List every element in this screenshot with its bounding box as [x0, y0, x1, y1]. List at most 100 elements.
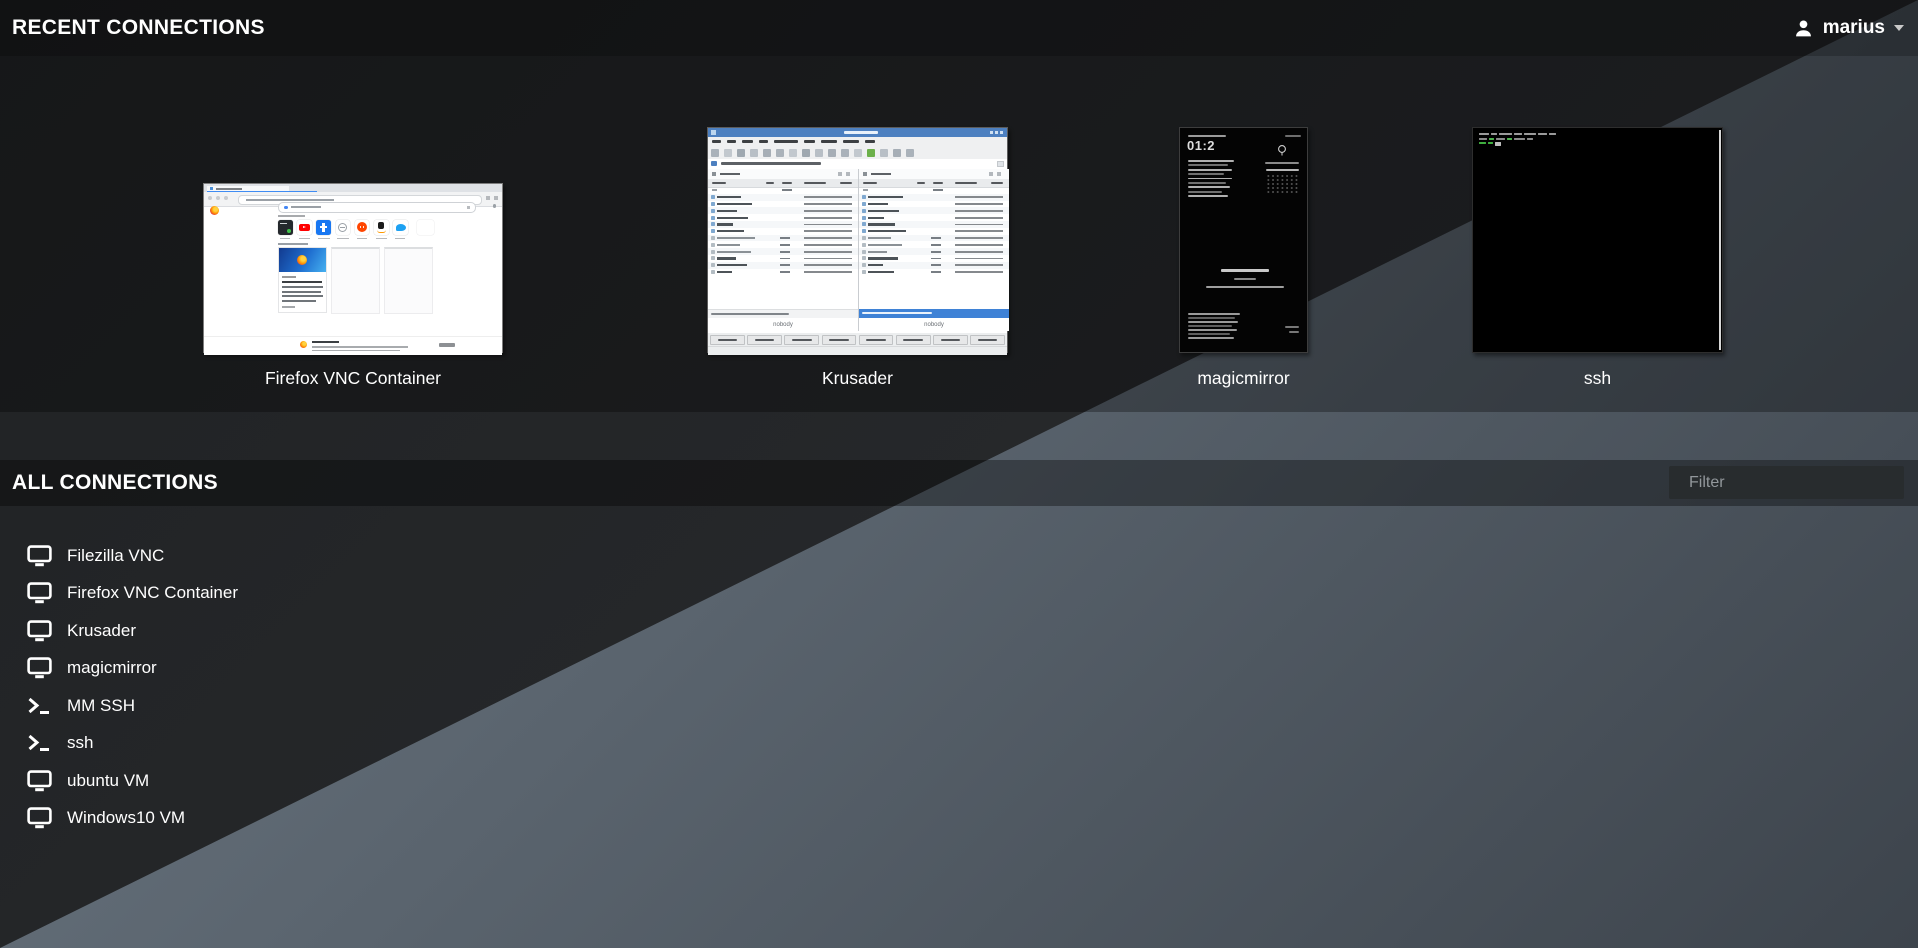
connection-item-ssh[interactable]: ssh [0, 725, 307, 763]
connection-label: Filezilla VNC [67, 546, 164, 566]
text-bar [1188, 333, 1230, 335]
krusader-status-bar [708, 346, 1007, 355]
guacamole-home: { "topbar": { "title": "RECENT CONNECTIO… [0, 0, 1918, 948]
text-bar [868, 257, 898, 259]
text-bar [931, 258, 941, 260]
recent-caption-krusader[interactable]: Krusader [707, 368, 1008, 390]
text-bar [717, 223, 733, 225]
text-bar [804, 251, 852, 253]
text-bar [931, 244, 941, 246]
shortcut-tile-facebook [316, 220, 331, 235]
pane-divider [858, 169, 859, 331]
text-bar [712, 189, 717, 191]
file-row [708, 241, 858, 248]
text-bar [862, 216, 866, 220]
text-bar [955, 230, 1003, 232]
pocket-card-ghost [384, 247, 433, 314]
shortcut-tile-reddit [355, 220, 370, 235]
text-bar [1188, 191, 1222, 193]
shortcut-tile-twitter [393, 220, 408, 235]
filter-input[interactable] [1687, 473, 1898, 493]
file-row [708, 255, 858, 262]
text-bar [804, 264, 852, 266]
browser-tab-bar [204, 184, 502, 192]
file-row [859, 228, 1009, 235]
text-bar [804, 258, 852, 260]
shortcut-tile-youtube [297, 220, 312, 235]
connection-item-firefox-vnc-container[interactable]: Firefox VNC Container [0, 575, 307, 613]
page-search-field [278, 202, 476, 213]
text-bar [862, 229, 866, 233]
recent-thumbnail-firefox-vnc-container[interactable] [203, 183, 503, 353]
text-bar [955, 217, 1003, 219]
file-row [859, 221, 1009, 228]
text-bar [804, 237, 852, 239]
text-bar [955, 264, 1003, 266]
text-bar [863, 182, 877, 184]
recent-caption-ssh[interactable]: ssh [1472, 368, 1723, 390]
text-bar [750, 149, 758, 157]
text-bar [711, 209, 715, 213]
text-bar [854, 149, 862, 157]
krusader-title-bar [708, 128, 1007, 137]
text-bar [955, 182, 977, 184]
recent-caption-firefox-vnc-container[interactable]: Firefox VNC Container [203, 368, 503, 390]
recent-thumbnail-krusader[interactable]: nobody nobody [707, 127, 1008, 353]
file-row [859, 187, 1009, 194]
text-bar [955, 258, 1003, 260]
text-bar [737, 149, 745, 157]
connection-item-krusader[interactable]: Krusader [0, 612, 307, 650]
text-bar [776, 149, 784, 157]
text-bar [906, 149, 914, 157]
text-bar [815, 149, 823, 157]
text-bar [804, 224, 852, 226]
connection-item-magicmirror[interactable]: magicmirror [0, 650, 307, 688]
text-bar [868, 237, 891, 239]
file-row [859, 255, 1009, 262]
text-bar [717, 217, 748, 219]
connection-item-filezilla-vnc[interactable]: Filezilla VNC [0, 537, 307, 575]
connection-item-ubuntu-vm[interactable]: ubuntu VM [0, 762, 307, 800]
text-bar [931, 271, 941, 273]
recent-thumbnail-ssh[interactable] [1472, 127, 1723, 353]
text-bar [862, 209, 866, 213]
text-bar [717, 203, 752, 205]
monitor-icon [27, 657, 52, 679]
recent-thumbnail-magicmirror[interactable]: 01:2 [1179, 127, 1308, 353]
text-bar [717, 210, 737, 212]
file-row [859, 201, 1009, 208]
text-bar [804, 244, 852, 246]
connection-item-windows10-vm[interactable]: Windows10 VM [0, 800, 307, 838]
monitor-icon [27, 545, 52, 567]
text-bar [991, 182, 1003, 184]
file-row [859, 262, 1009, 269]
text-bar [841, 149, 849, 157]
connection-label: ubuntu VM [67, 771, 149, 791]
file-row [859, 194, 1009, 201]
text-bar [804, 182, 826, 184]
text-bar [868, 264, 883, 266]
terminal-line [1479, 133, 1556, 135]
user-menu[interactable]: marius [1793, 0, 1904, 56]
connection-item-mm-ssh[interactable]: MM SSH [0, 687, 307, 725]
file-row [708, 262, 858, 269]
weather-icon [1275, 144, 1289, 156]
text-bar [862, 256, 866, 260]
text-bar [711, 250, 715, 254]
firefox-logo [210, 206, 219, 215]
text-bar [1188, 164, 1228, 166]
connection-label: Windows10 VM [67, 808, 185, 828]
text-bar [780, 258, 790, 260]
file-row [708, 228, 858, 235]
text-bar [862, 263, 866, 267]
text-bar [868, 196, 903, 198]
text-bar [955, 210, 1003, 212]
text-bar [711, 222, 715, 226]
recent-caption-magicmirror[interactable]: magicmirror [1179, 368, 1308, 390]
text-bar [868, 210, 899, 212]
text-bar [1188, 160, 1234, 162]
text-bar [780, 251, 790, 253]
text-bar [711, 149, 719, 157]
text-bar [804, 230, 852, 232]
text-bar [717, 244, 740, 246]
